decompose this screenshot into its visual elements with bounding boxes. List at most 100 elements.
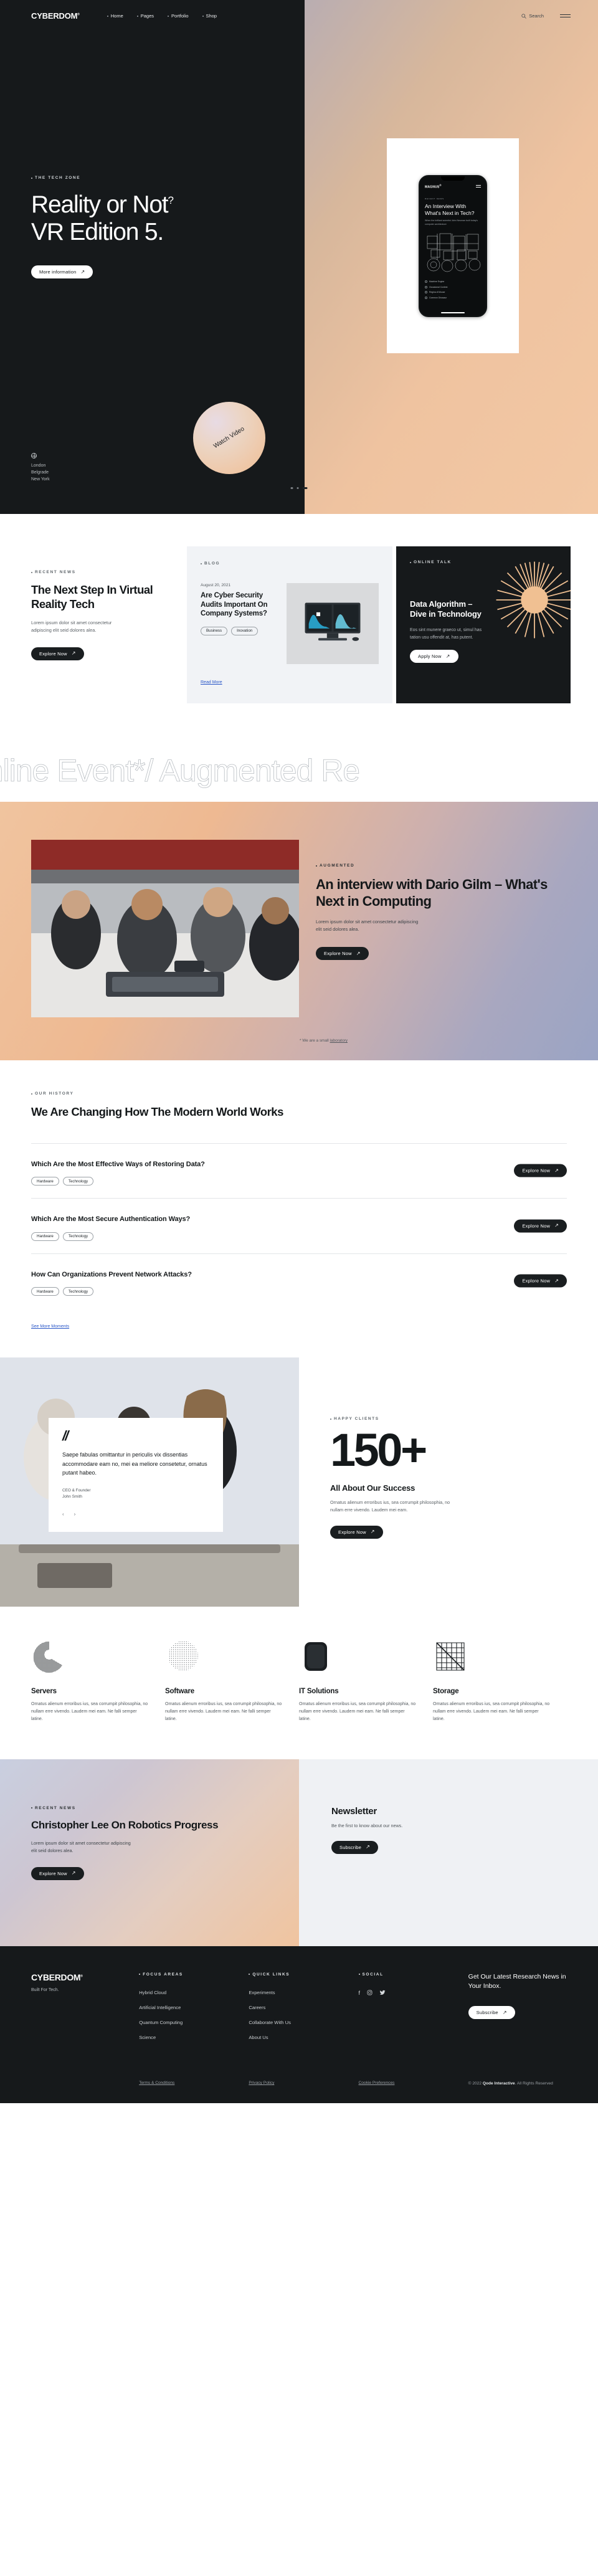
nav-item-pages[interactable]: Pages <box>136 13 154 19</box>
footer-col2-title: QUICK LINKS <box>249 1972 358 1977</box>
blog-tags: Business Inovation <box>201 626 277 635</box>
newsletter-subscribe-button[interactable]: Subscribe ↗ <box>331 1840 379 1854</box>
marquee-banner: al Online Event*/ Augmented Re <box>0 739 598 802</box>
accordion-item[interactable]: How Can Organizations Prevent Network At… <box>31 1253 567 1309</box>
tag-technology[interactable]: Technology <box>62 1177 94 1186</box>
accordion-explore-button[interactable]: Explore Now ↗ <box>514 1164 567 1177</box>
service-card-storage: Storage Ornatus alienum erroribus ius, s… <box>433 1639 567 1723</box>
slider-dot-active[interactable] <box>302 487 308 489</box>
read-more-link[interactable]: Read More <box>201 680 379 685</box>
tag-hardware[interactable]: Hardware <box>31 1232 59 1241</box>
nav-item-shop[interactable]: Shop <box>202 13 217 19</box>
monitor-illustration <box>305 602 361 641</box>
more-information-button[interactable]: More information ↗ <box>31 265 93 279</box>
robotics-panel: RECENT NEWS Christopher Lee On Robotics … <box>0 1759 299 1946</box>
legal-link-cookies[interactable]: Cookie Preferences <box>359 2081 468 2085</box>
search-button[interactable]: Search <box>521 13 544 19</box>
testimonial-prev-icon[interactable]: ‹ <box>62 1511 64 1517</box>
nav-item-portfolio[interactable]: Portfolio <box>168 13 189 19</box>
interview-explore-button[interactable]: Explore Now ↗ <box>316 947 369 961</box>
blog-title[interactable]: Are Cyber Security Audits Important On C… <box>201 591 277 619</box>
top-navigation-bar: CYBERDOM® Home Pages Portfolio Shop Sear… <box>0 0 598 32</box>
twitter-icon[interactable] <box>379 1990 386 1995</box>
interview-heading: An interview with Dario Gilm – What's Ne… <box>316 877 548 909</box>
tag-business[interactable]: Business <box>201 626 228 635</box>
bullet-icon <box>249 1974 250 1975</box>
tag-technology[interactable]: Technology <box>62 1232 94 1241</box>
accordion-item[interactable]: Which Are the Most Effective Ways of Res… <box>31 1143 567 1199</box>
footer-subscribe-button[interactable]: Subscribe ↗ <box>468 2006 515 2020</box>
footer-link[interactable]: Science <box>139 2035 249 2040</box>
footer-link[interactable]: Hybrid Cloud <box>139 1990 249 1995</box>
newsletter-heading: Newsletter <box>331 1805 377 1817</box>
arrow-up-right-icon: ↗ <box>445 653 450 659</box>
nav-item-home[interactable]: Home <box>107 13 123 19</box>
bullet-icon <box>168 15 169 17</box>
robotics-eyebrow-label: RECENT NEWS <box>35 1805 76 1810</box>
apply-now-label: Apply Now <box>418 654 442 660</box>
list-item: Common Dinosaur <box>425 296 481 299</box>
legal-link-terms[interactable]: Terms & Conditions <box>139 2081 249 2085</box>
arrow-up-right-icon: ↗ <box>554 1222 559 1229</box>
site-logo[interactable]: CYBERDOM® <box>31 11 80 21</box>
see-more-moments-link[interactable]: See More Moments <box>31 1324 567 1329</box>
blog-date: August 20, 2021 <box>201 583 231 587</box>
accordion-explore-label: Explore Now <box>522 1167 551 1174</box>
footer-link[interactable]: About Us <box>249 2035 358 2040</box>
stats-explore-button[interactable]: Explore Now ↗ <box>330 1525 383 1539</box>
main-nav: Home Pages Portfolio Shop <box>107 13 217 19</box>
footer-legal-bar: Terms & Conditions Privacy Policy Cookie… <box>31 2081 567 2088</box>
interview-copy: AUGMENTED An interview with Dario Gilm –… <box>316 863 565 961</box>
footer-link[interactable]: Quantum Computing <box>139 2020 249 2025</box>
slider-dot[interactable] <box>290 487 293 489</box>
location-belgrade: Belgrade <box>31 470 49 475</box>
stats-number: 150+ <box>330 1424 427 1476</box>
bullet-icon <box>202 15 204 17</box>
tag-hardware[interactable]: Hardware <box>31 1287 59 1296</box>
grid-lines-icon <box>433 1639 551 1675</box>
phone-brand-row: MAGNUS® <box>425 184 481 189</box>
arrow-up-right-icon: ↗ <box>502 2009 507 2015</box>
slider-dot[interactable] <box>297 487 299 489</box>
accordion-explore-button[interactable]: Explore Now ↗ <box>514 1274 567 1288</box>
footer-link[interactable]: Experiments <box>249 1990 358 1995</box>
service-title: Storage <box>433 1688 459 1696</box>
laboratory-note: * We are a small laboratory <box>300 1038 348 1043</box>
footer-link[interactable]: Careers <box>249 2005 358 2010</box>
accordion-item[interactable]: Which Are the Most Secure Authentication… <box>31 1198 567 1253</box>
history-eyebrow-label: OUR HISTORY <box>35 1091 74 1096</box>
blog-card: BLOG August 20, 2021 Are Cyber Security … <box>187 546 392 703</box>
legal-link-privacy[interactable]: Privacy Policy <box>249 2081 358 2085</box>
hero-slider-dots[interactable] <box>290 487 308 489</box>
hamburger-icon[interactable] <box>560 14 571 18</box>
blog-eyebrow-label: BLOG <box>204 561 221 566</box>
bullet-icon <box>358 1974 360 1975</box>
accordion-explore-button[interactable]: Explore Now ↗ <box>514 1219 567 1233</box>
bullet-icon <box>410 561 411 563</box>
footer-brand: CYBERDOM® Built For Tech. <box>31 1972 139 2050</box>
talk-eyebrow-label: ONLINE TALK <box>414 560 452 564</box>
robotics-explore-button[interactable]: Explore Now ↗ <box>31 1866 84 1880</box>
blog-eyebrow: BLOG <box>201 561 379 566</box>
news-explore-button[interactable]: Explore Now ↗ <box>31 647 84 660</box>
testimonial-nav: ‹ › <box>62 1511 209 1517</box>
footer-link[interactable]: Artificial Intelligence <box>139 2005 249 2010</box>
facebook-icon[interactable]: f <box>359 1990 361 1996</box>
news-eyebrow: RECENT NEWS <box>31 570 187 574</box>
instagram-icon[interactable] <box>367 1990 373 1995</box>
apply-now-button[interactable]: Apply Now ↗ <box>410 650 458 663</box>
watch-video-badge[interactable]: Watch Video <box>193 402 265 474</box>
tag-hardware[interactable]: Hardware <box>31 1177 59 1186</box>
footer-link[interactable]: Collaborate With Us <box>249 2020 358 2025</box>
footer-logo[interactable]: CYBERDOM® <box>31 1972 139 1982</box>
dotted-sphere-icon <box>165 1639 283 1675</box>
social-icons: f <box>359 1990 468 1996</box>
tag-technology[interactable]: Technology <box>62 1287 94 1296</box>
tag-inovation[interactable]: Inovation <box>231 626 259 635</box>
laboratory-note-link[interactable]: laboratory <box>330 1038 348 1043</box>
footer-column-social: SOCIAL f <box>358 1972 468 2050</box>
testimonial-next-icon[interactable]: › <box>74 1511 76 1517</box>
recent-news-section: RECENT NEWS The Next Step In Virtual Rea… <box>0 514 598 739</box>
arrow-up-right-icon: ↗ <box>554 1167 559 1174</box>
footer-subscribe-label: Subscribe <box>476 2010 498 2016</box>
